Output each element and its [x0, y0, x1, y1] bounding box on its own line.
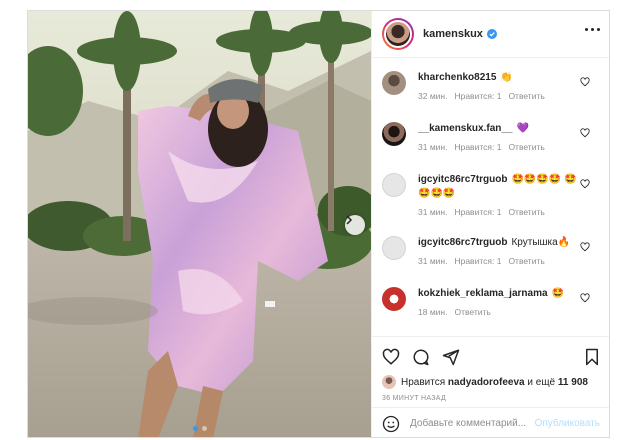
post-sidebar: kamenskux kharchenko8215 👏 32 мин. Нравит…	[371, 11, 609, 437]
likes-prefix: Нравится	[401, 376, 446, 388]
like-button[interactable]	[382, 348, 400, 366]
add-comment-bar: Опубликовать	[372, 407, 609, 437]
carousel-dot-active	[192, 426, 198, 431]
likes-middle: и ещё	[527, 376, 556, 388]
bookmark-icon[interactable]	[584, 348, 600, 366]
comment-username[interactable]: __kamenskux.fan__	[418, 123, 513, 134]
avatar	[382, 375, 396, 389]
liker-username[interactable]: nadyadorofeeva	[448, 377, 525, 388]
post-dialog: kamenskux kharchenko8215 👏 32 мин. Нравит…	[27, 10, 610, 438]
avatar[interactable]	[382, 71, 406, 95]
likes-count[interactable]: 11 908	[558, 377, 588, 388]
comment-item: igcyitc86rc7trguob 🤩🤩🤩🤩 🤩🤩🤩🤩 31 мин. Нрав…	[372, 173, 609, 236]
comment-item: __kamenskux.fan__ 💜 31 мин. Нравится: 1 О…	[372, 122, 609, 173]
next-photo-button[interactable]	[345, 215, 365, 235]
heart-icon[interactable]	[580, 128, 590, 138]
carousel-dots	[192, 426, 207, 431]
post-timestamp[interactable]: 36 МИНУТ НАЗАД	[382, 395, 600, 402]
comment-text: 🤩	[551, 288, 564, 299]
comment-item: kokzhiek_reklama_jarnama 🤩 18 мин. Ответи…	[372, 287, 609, 335]
reply-button[interactable]: Ответить	[508, 207, 544, 217]
share-button[interactable]	[442, 348, 460, 366]
action-icons	[382, 345, 600, 369]
verified-icon	[486, 29, 497, 39]
heart-icon[interactable]	[580, 242, 590, 252]
profile-avatar-ring[interactable]	[382, 18, 414, 50]
comment-input[interactable]	[410, 418, 530, 429]
comment-item: igcyitc86rc7trguob Крутышка🔥 31 мин. Нрав…	[372, 236, 609, 287]
comment-username[interactable]: kharchenko8215	[418, 72, 496, 83]
comment-time[interactable]: 31 мин.	[418, 207, 447, 217]
share-icon[interactable]	[442, 348, 460, 366]
chevron-right-icon	[346, 215, 353, 225]
reply-button[interactable]: Ответить	[508, 256, 544, 266]
avatar[interactable]	[382, 173, 406, 197]
heart-icon[interactable]	[580, 179, 590, 189]
reply-button[interactable]: Ответить	[454, 307, 490, 317]
photo-illustration	[28, 11, 371, 437]
comment-username[interactable]: igcyitc86rc7trguob	[418, 174, 507, 185]
heart-icon[interactable]	[382, 348, 400, 366]
comment-time[interactable]: 18 мин.	[418, 307, 447, 317]
publish-button[interactable]: Опубликовать	[535, 418, 600, 429]
comment-text: Крутышка🔥	[511, 237, 571, 248]
comment-icon[interactable]	[412, 348, 430, 366]
comment-text: 👏	[500, 72, 513, 83]
avatar[interactable]	[384, 20, 412, 48]
post-actions: Нравится nadyadorofeeva и ещё 11 908 36 …	[372, 336, 609, 402]
avatar[interactable]	[382, 287, 406, 311]
comment-likes[interactable]: Нравится: 1	[454, 91, 501, 101]
comment-likes[interactable]: Нравится: 1	[454, 256, 501, 266]
reply-button[interactable]: Ответить	[508, 91, 544, 101]
comment-item: kharchenko8215 👏 32 мин. Нравится: 1 Отве…	[372, 71, 609, 122]
comment-time[interactable]: 32 мин.	[418, 91, 447, 101]
comment-button[interactable]	[412, 348, 430, 366]
more-icon[interactable]	[585, 28, 600, 31]
comment-time[interactable]: 31 мин.	[418, 142, 447, 152]
reply-button[interactable]: Ответить	[508, 142, 544, 152]
heart-icon[interactable]	[580, 77, 590, 87]
comment-likes[interactable]: Нравится: 1	[454, 207, 501, 217]
post-photo[interactable]	[28, 11, 371, 437]
comment-likes[interactable]: Нравится: 1	[454, 142, 501, 152]
avatar[interactable]	[382, 122, 406, 146]
save-button[interactable]	[584, 348, 600, 366]
avatar[interactable]	[382, 236, 406, 260]
likes-summary[interactable]: Нравится nadyadorofeeva и ещё 11 908	[382, 375, 600, 389]
comment-time[interactable]: 31 мин.	[418, 256, 447, 266]
carousel-dot	[201, 426, 207, 431]
comment-text: 💜	[516, 123, 529, 134]
comments-list: kharchenko8215 👏 32 мин. Нравится: 1 Отве…	[372, 59, 609, 335]
heart-icon[interactable]	[580, 293, 590, 303]
post-header: kamenskux	[372, 11, 609, 58]
smile-icon[interactable]	[382, 415, 400, 433]
comment-username[interactable]: kokzhiek_reklama_jarnama	[418, 288, 548, 299]
app-frame: kamenskux kharchenko8215 👏 32 мин. Нравит…	[0, 0, 620, 440]
author-username[interactable]: kamenskux	[423, 28, 483, 40]
comment-username[interactable]: igcyitc86rc7trguob	[418, 237, 507, 248]
